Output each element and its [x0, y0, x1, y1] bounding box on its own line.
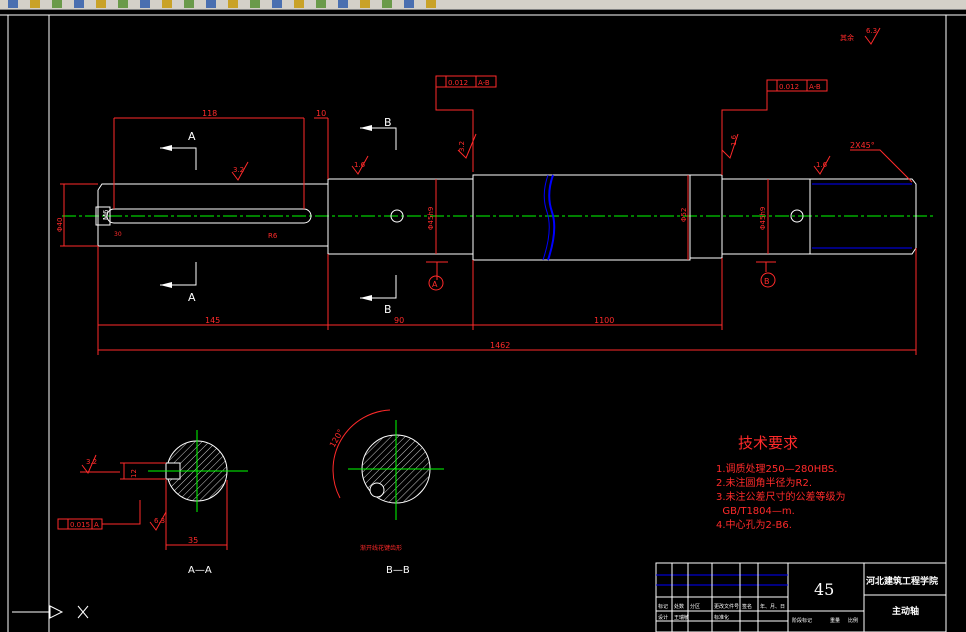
tb-school: 河北建筑工程学院: [866, 575, 938, 587]
dim-dia-left: Φ40: [56, 218, 64, 232]
tb-bottom-2: 比例: [848, 617, 858, 624]
new-icon[interactable]: [8, 0, 18, 8]
tool-palettes-icon[interactable]: [360, 0, 370, 8]
dim-1462: 1462: [490, 341, 510, 350]
tb-row-label-0: 标记: [658, 603, 668, 610]
zoom-previous-icon[interactable]: [294, 0, 304, 8]
roughness-symbols: [231, 133, 831, 181]
pan-icon[interactable]: [228, 0, 238, 8]
dim-145: 145: [205, 316, 220, 325]
gtol-right-datum: A-B: [809, 83, 821, 91]
tech-item-1: 1.调质处理250—280HBS.: [716, 463, 837, 475]
drawing-canvas: 其余 6.3 0.012 A-B 0.012 A-B 118 10 145 90…: [0, 14, 966, 632]
dim-r6: R6: [268, 232, 278, 240]
copy-icon[interactable]: [140, 0, 150, 8]
dim-90: 90: [394, 316, 404, 325]
dim-118: 118: [202, 109, 217, 118]
dim-30: 30: [114, 231, 122, 238]
chamfer-label: 2X45°: [850, 141, 875, 150]
tb-row2-2: 标准化: [714, 614, 729, 621]
section-marks: [160, 125, 397, 301]
gtol-frame-right: 0.012 A-B: [766, 79, 828, 92]
gtol-right-tol: 0.012: [779, 83, 799, 91]
tech-requirements: 技术要求 1.调质处理250—280HBS. 2.未注圆角半径为R2. 3.未注…: [716, 434, 846, 531]
tb-bottom-1: 重量: [830, 617, 840, 624]
section-b-top: B: [384, 116, 392, 129]
dim-dia-45b: Φ45h9: [759, 207, 767, 230]
gtol-left-tol: 0.012: [448, 79, 468, 87]
tb-row2-0: 设计: [658, 614, 668, 621]
tb-row-label-3: 更改文件号: [714, 603, 739, 610]
section-bb-view: 120° 渐开线花键齿形 B—B: [328, 409, 444, 576]
calculator-icon[interactable]: [382, 0, 392, 8]
spline-note: 渐开线花键齿形: [360, 544, 402, 552]
dim-m6: M6: [102, 209, 110, 220]
paste-icon[interactable]: [162, 0, 172, 8]
dim-dia-45a: Φ45h9: [427, 207, 435, 230]
tb-row-label-5: 年、月、日: [760, 603, 785, 610]
tech-item-5: 4.中心孔为2-B6.: [716, 518, 792, 531]
tech-item-3: 3.未注公差尺寸的公差等级为: [716, 490, 846, 503]
roughness-other-label: 其余: [840, 33, 854, 42]
shaft-outline: [95, 174, 917, 261]
label-bb: B—B: [386, 565, 410, 576]
tb-material: 45: [814, 580, 834, 599]
datum-b-label: B: [764, 277, 770, 286]
cut-icon[interactable]: [118, 0, 128, 8]
rough-6.3: 6.3: [154, 517, 165, 525]
rough-1.6-b: 1.6: [730, 134, 738, 146]
gtol-left-datum: A-B: [478, 79, 490, 87]
section-b-bottom: B: [384, 303, 392, 316]
open-icon[interactable]: [30, 0, 40, 8]
tb-row2-1: 王瑞敏: [674, 614, 689, 621]
rough-3.2-a: 3.2: [233, 166, 244, 174]
zoom-realtime-icon[interactable]: [250, 0, 260, 8]
dimension-lines: [60, 82, 917, 355]
tb-row-label-2: 分区: [690, 603, 700, 610]
break-line-left: [547, 174, 556, 261]
dim-1100: 1100: [594, 316, 614, 325]
tb-part-name: 主动轴: [892, 605, 919, 617]
tech-title: 技术要求: [738, 434, 798, 452]
rough-3.2-b: 3.2: [458, 141, 466, 152]
break-line-right: [542, 174, 550, 261]
preview-icon[interactable]: [96, 0, 106, 8]
redo-icon[interactable]: [206, 0, 216, 8]
rough-1.6-c: 1.6: [816, 161, 828, 169]
tech-item-2: 2.未注圆角半径为R2.: [716, 476, 812, 489]
print-icon[interactable]: [74, 0, 84, 8]
label-aa: A—A: [188, 565, 212, 576]
undo-icon[interactable]: [184, 0, 194, 8]
gtol-frame-left: 0.012 A-B: [435, 75, 497, 88]
datum-a-label: A: [432, 280, 438, 289]
cad-toolbar: [0, 0, 966, 10]
section-a-top: A: [188, 130, 196, 143]
properties-icon[interactable]: [316, 0, 326, 8]
color-icon[interactable]: [426, 0, 436, 8]
tb-row-label-1: 处数: [674, 603, 684, 610]
tech-item-4: GB/T1804—m.: [716, 506, 795, 517]
ucs-icon: [12, 605, 89, 619]
rough-3.2-c: 3.2: [86, 458, 97, 466]
dim-10: 10: [316, 109, 326, 118]
layer-icon[interactable]: [404, 0, 414, 8]
design-center-icon[interactable]: [338, 0, 348, 8]
section-aa-view: 3.2 12 6.3 0.015 A 35 A—A: [57, 430, 248, 576]
sec-datum: A: [94, 521, 99, 529]
dim-dia-52: Φ52: [680, 208, 688, 222]
sec-tol: 0.015: [70, 521, 90, 529]
tb-row-label-4: 签名: [742, 603, 752, 610]
sec-angle: 120°: [328, 428, 345, 449]
dim-35: 35: [188, 536, 198, 545]
save-icon[interactable]: [52, 0, 62, 8]
sec-key-width: 12: [130, 469, 138, 478]
section-a-bottom: A: [188, 291, 196, 304]
rough-1.6-a: 1.6: [354, 161, 366, 169]
tb-bottom-0: 阶段标记: [792, 617, 812, 624]
zoom-window-icon[interactable]: [272, 0, 282, 8]
roughness-corner-value: 6.3: [866, 27, 877, 35]
